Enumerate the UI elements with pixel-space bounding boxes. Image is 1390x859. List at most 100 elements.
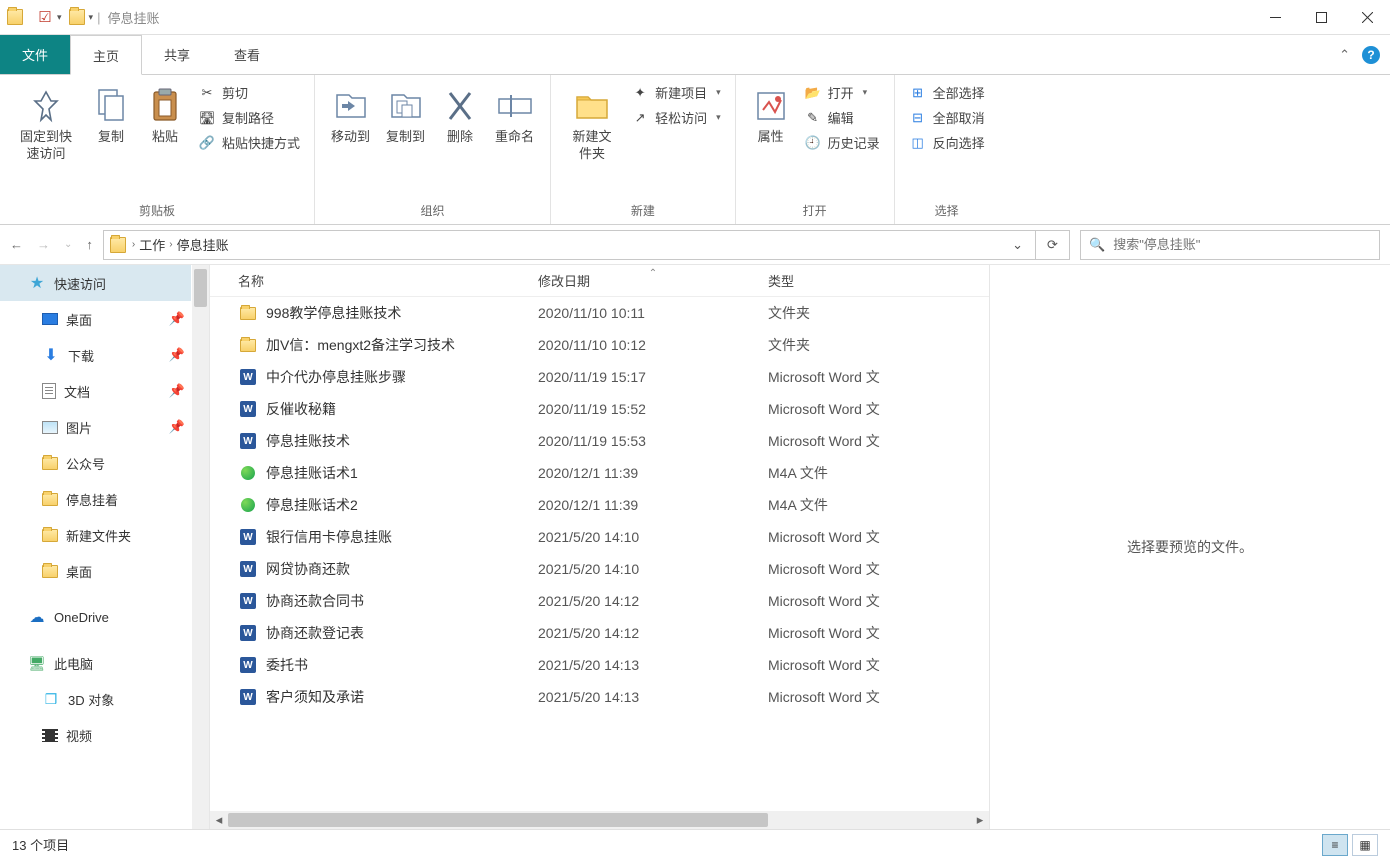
file-name: 反催收秘籍 [266, 399, 538, 419]
sidebar-item-txgz[interactable]: 停息挂着 [0, 481, 191, 517]
view-large-icons-button[interactable]: ▦ [1352, 834, 1378, 856]
file-row[interactable]: W停息挂账技术2020/11/19 15:53Microsoft Word 文 [210, 425, 989, 457]
refresh-button[interactable]: ⟳ [1036, 230, 1070, 260]
sidebar-item-downloads[interactable]: ⬇下载📌 [0, 337, 191, 373]
sidebar-item-new-folder[interactable]: 新建文件夹 [0, 517, 191, 553]
paste-button[interactable]: 粘贴 [138, 79, 192, 148]
tab-share[interactable]: 共享 [142, 35, 212, 74]
ribbon-collapse-icon[interactable]: ⌃ [1339, 47, 1350, 63]
rename-label: 重命名 [495, 129, 534, 146]
sidebar-item-this-pc[interactable]: 🖥此电脑 [0, 645, 191, 681]
tab-view[interactable]: 查看 [212, 35, 282, 74]
chevron-right-icon[interactable]: › [169, 239, 172, 250]
file-row[interactable]: W银行信用卡停息挂账2021/5/20 14:10Microsoft Word … [210, 521, 989, 553]
open-button[interactable]: 📂打开▾ [804, 83, 880, 102]
select-none-button[interactable]: ⊟全部取消 [909, 108, 985, 127]
rename-button[interactable]: 重命名 [487, 79, 542, 148]
copyto-label: 复制到 [386, 129, 425, 146]
copy-button[interactable]: 复制 [84, 79, 138, 148]
sidebar-scrollbar[interactable] [192, 265, 209, 829]
qat-dropdown-icon[interactable]: ▾ [89, 12, 94, 23]
cut-button[interactable]: ✂剪切 [198, 83, 300, 102]
address-bar[interactable]: › 工作 › 停息挂账 ⌄ [103, 230, 1036, 260]
chevron-right-icon[interactable]: › [132, 239, 135, 250]
invert-select-button[interactable]: ◫反向选择 [909, 133, 985, 152]
file-type: Microsoft Word 文 [768, 399, 989, 419]
scroll-left-button[interactable]: ◂ [210, 811, 228, 829]
edit-button[interactable]: ✎编辑 [804, 108, 880, 127]
file-row[interactable]: W客户须知及承诺2021/5/20 14:13Microsoft Word 文 [210, 681, 989, 713]
nav-forward-button[interactable]: → [37, 237, 50, 252]
pin-quick-access-button[interactable]: 固定到快速访问 [8, 79, 84, 165]
history-button[interactable]: 🕘历史记录 [804, 133, 880, 152]
properties-button[interactable]: 属性 [744, 79, 798, 148]
window-title: 停息挂账 [107, 8, 159, 27]
col-header-type[interactable]: 类型 [768, 271, 989, 290]
col-header-name[interactable]: 名称 [238, 271, 538, 290]
file-row[interactable]: W协商还款登记表2021/5/20 14:12Microsoft Word 文 [210, 617, 989, 649]
search-box[interactable]: 🔍 [1080, 230, 1380, 260]
horizontal-scrollbar[interactable]: ◂ ▸ [210, 811, 989, 829]
new-item-button[interactable]: ✦新建项目▾ [631, 83, 721, 102]
copy-to-button[interactable]: 复制到 [378, 79, 433, 148]
ribbon-group-clipboard: 固定到快速访问 复制 粘贴 ✂剪切 🛣复制路径 🔗粘贴快捷方式 剪贴板 [0, 75, 315, 224]
tab-file[interactable]: 文件 [0, 35, 70, 74]
sidebar-item-onedrive[interactable]: ☁OneDrive [0, 599, 191, 635]
breadcrumb-seg-0[interactable]: 工作 [137, 235, 167, 254]
scrollbar-thumb[interactable] [194, 269, 207, 307]
word-icon: W [238, 657, 258, 673]
scroll-right-button[interactable]: ▸ [971, 811, 989, 829]
file-row[interactable]: W委托书2021/5/20 14:13Microsoft Word 文 [210, 649, 989, 681]
file-row[interactable]: W网贷协商还款2021/5/20 14:10Microsoft Word 文 [210, 553, 989, 585]
view-details-button[interactable]: ≡ [1322, 834, 1348, 856]
audio-icon [238, 466, 258, 480]
new-folder-button[interactable]: 新建文件夹 [559, 79, 625, 165]
select-all-button[interactable]: ⊞全部选择 [909, 83, 985, 102]
file-list[interactable]: 998教学停息挂账技术2020/11/10 10:11文件夹加V信：mengxt… [210, 297, 989, 811]
nav-up-button[interactable]: ↑ [86, 237, 93, 252]
qat-caret-icon[interactable]: ▾ [57, 12, 62, 23]
file-row[interactable]: W反催收秘籍2020/11/19 15:52Microsoft Word 文 [210, 393, 989, 425]
maximize-button[interactable] [1298, 0, 1344, 35]
audio-icon [238, 498, 258, 512]
move-to-button[interactable]: 移动到 [323, 79, 378, 148]
sidebar-item-documents[interactable]: 文档📌 [0, 373, 191, 409]
navbar: ← → ⌄ ↑ › 工作 › 停息挂账 ⌄ ⟳ 🔍 [0, 225, 1390, 265]
search-input[interactable] [1113, 237, 1371, 252]
file-row[interactable]: 停息挂账话术22020/12/1 11:39M4A 文件 [210, 489, 989, 521]
qat-checkbox-icon[interactable]: ☑ [36, 8, 54, 26]
chevron-down-icon: ▾ [716, 87, 721, 98]
star-icon: ★ [28, 274, 46, 292]
sidebar-item-3d-objects[interactable]: ❒3D 对象 [0, 681, 191, 717]
help-icon[interactable]: ? [1362, 46, 1380, 64]
paste-shortcut-button[interactable]: 🔗粘贴快捷方式 [198, 133, 300, 152]
word-icon: W [238, 529, 258, 545]
sidebar-item-gzh[interactable]: 公众号 [0, 445, 191, 481]
sidebar[interactable]: ★快速访问 桌面📌 ⬇下载📌 文档📌 图片📌 公众号 停息挂着 新建文件夹 桌面… [0, 265, 210, 829]
nav-recent-dropdown[interactable]: ⌄ [64, 239, 72, 250]
file-name: 委托书 [266, 655, 538, 675]
sidebar-item-videos[interactable]: 视频 [0, 717, 191, 753]
file-row[interactable]: 加V信：mengxt2备注学习技术2020/11/10 10:12文件夹 [210, 329, 989, 361]
download-icon: ⬇ [42, 346, 60, 364]
scrollbar-thumb[interactable] [228, 813, 768, 827]
file-row[interactable]: W协商还款合同书2021/5/20 14:12Microsoft Word 文 [210, 585, 989, 617]
folder-icon [42, 457, 58, 470]
file-row[interactable]: 停息挂账话术12020/12/1 11:39M4A 文件 [210, 457, 989, 489]
address-dropdown[interactable]: ⌄ [1006, 237, 1029, 253]
nav-back-button[interactable]: ← [10, 237, 23, 252]
breadcrumb-seg-1[interactable]: 停息挂账 [175, 235, 231, 254]
file-row[interactable]: 998教学停息挂账技术2020/11/10 10:11文件夹 [210, 297, 989, 329]
file-row[interactable]: W中介代办停息挂账步骤2020/11/19 15:17Microsoft Wor… [210, 361, 989, 393]
tab-home[interactable]: 主页 [70, 35, 142, 75]
easy-access-button[interactable]: ↗轻松访问▾ [631, 108, 721, 127]
minimize-button[interactable] [1252, 0, 1298, 35]
close-button[interactable] [1344, 0, 1390, 35]
sidebar-item-pictures[interactable]: 图片📌 [0, 409, 191, 445]
delete-button[interactable]: 删除 [433, 79, 487, 148]
col-header-date[interactable]: ⌃修改日期 [538, 271, 768, 290]
sidebar-item-desktop[interactable]: 桌面📌 [0, 301, 191, 337]
sidebar-item-quick-access[interactable]: ★快速访问 [0, 265, 191, 301]
sidebar-item-desktop2[interactable]: 桌面 [0, 553, 191, 589]
copy-path-button[interactable]: 🛣复制路径 [198, 108, 300, 127]
